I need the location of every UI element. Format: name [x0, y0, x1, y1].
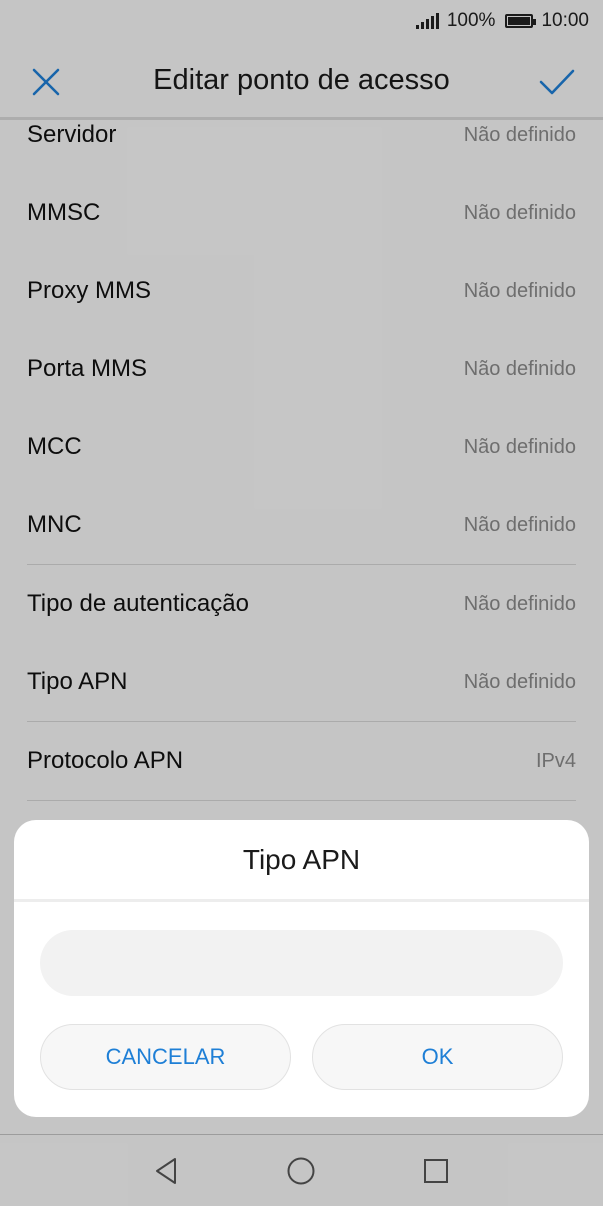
cancel-button[interactable]: CANCELAR [40, 1024, 291, 1090]
apn-type-dialog: Tipo APN CANCELAR OK [14, 820, 589, 1117]
ok-button[interactable]: OK [312, 1024, 563, 1090]
dialog-divider [14, 899, 589, 902]
apn-type-input[interactable] [40, 930, 563, 996]
dialog-title: Tipo APN [242, 844, 361, 875]
